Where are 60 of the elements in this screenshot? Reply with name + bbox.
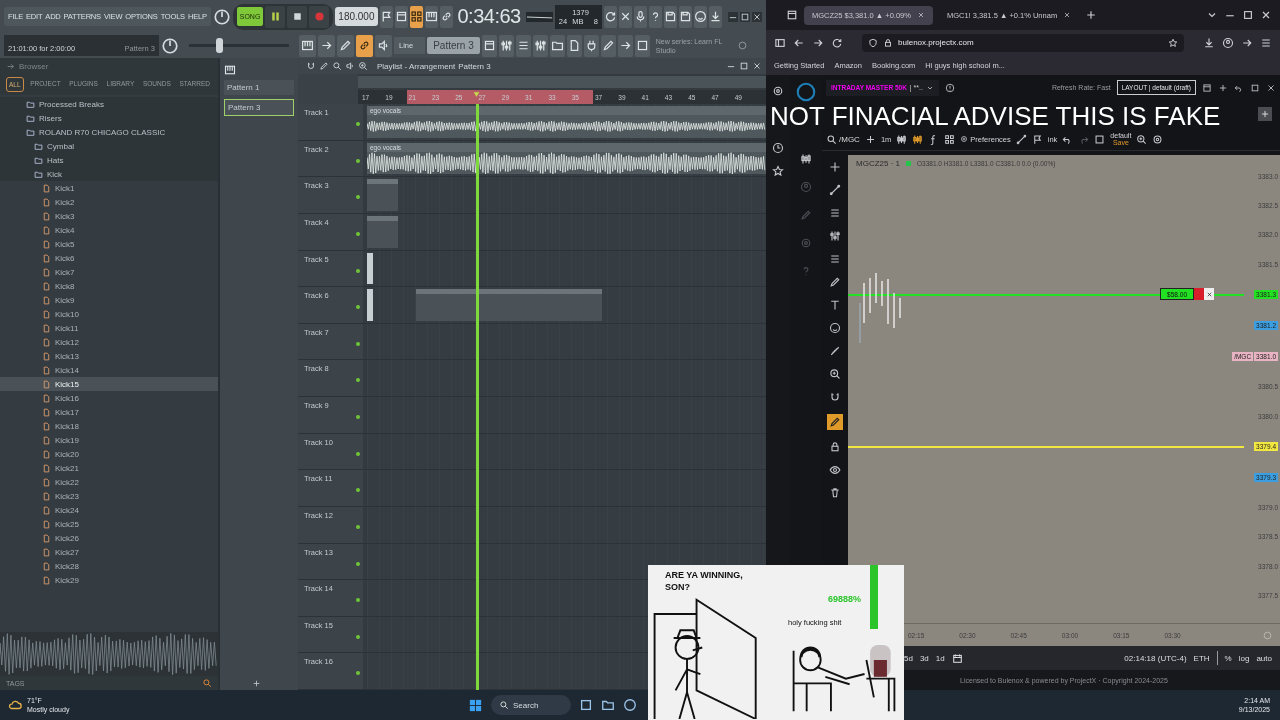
browser-item[interactable]: Kick2 (0, 195, 218, 209)
tempo-display[interactable]: 180.000 (335, 7, 378, 26)
session-button[interactable]: ETH (1193, 653, 1210, 663)
browser-item[interactable]: Kick25 (0, 517, 218, 531)
browser-item[interactable]: Kick9 (0, 293, 218, 307)
pattern-item[interactable]: Pattern 1 (224, 80, 294, 95)
browser-item[interactable]: Kick14 (0, 363, 218, 377)
browser-item[interactable]: Kick18 (0, 419, 218, 433)
browser-item[interactable]: ROLAND R70 CHICAGO CLASSIC (0, 125, 218, 139)
browser-item[interactable]: Kick22 (0, 475, 218, 489)
pattern-selector[interactable]: Pattern 3 (427, 37, 480, 54)
browser-item[interactable]: Kick13 (0, 349, 218, 363)
scale-option[interactable]: log (1238, 653, 1250, 663)
browser-item[interactable]: Kick17 (0, 405, 218, 419)
browser-item[interactable]: Kick24 (0, 503, 218, 517)
browser-item[interactable]: Kick27 (0, 545, 218, 559)
playlist-title: Playlist - Arrangement (377, 61, 456, 71)
browser-item[interactable]: Kick5 (0, 237, 218, 251)
browser-item[interactable]: Kick20 (0, 447, 218, 461)
taskbar-search-field[interactable]: Search (513, 700, 569, 710)
browser-item[interactable]: Kick15 (0, 377, 218, 391)
scale-option[interactable]: auto (1256, 653, 1272, 663)
browser-item[interactable]: Kick4 (0, 223, 218, 237)
browser-item[interactable]: Kick19 (0, 433, 218, 447)
browser-item[interactable]: Kick11 (0, 321, 218, 335)
browser-item[interactable]: Kick28 (0, 559, 218, 573)
browser-item[interactable]: Kick3 (0, 209, 218, 223)
range-button[interactable]: 3d (919, 653, 929, 663)
url-text: bulenox.projectx.com (898, 38, 974, 47)
browser-item[interactable]: Kick (0, 167, 218, 181)
browser-item[interactable]: Kick7 (0, 265, 218, 279)
browser-item[interactable]: Kick8 (0, 279, 218, 293)
meme-question-text: ARE YA WINNING, SON? (665, 569, 744, 593)
browser-item[interactable]: Processed Breaks (0, 97, 218, 111)
browser-item[interactable]: Kick12 (0, 335, 218, 349)
browser-item[interactable]: Kick10 (0, 307, 218, 321)
caption-text: NOT FINACIAL ADVISE THIS IS FAKE (770, 101, 1221, 132)
taskbar-search-box[interactable]: Search (491, 695, 571, 715)
pattern-item[interactable]: Pattern 3 (224, 99, 294, 116)
browser-item[interactable]: Hats (0, 153, 218, 167)
browser-item[interactable]: Cymbal (0, 139, 218, 153)
time-display: 0:34:63 (456, 5, 522, 28)
browser-item[interactable]: Kick23 (0, 489, 218, 503)
browser-item[interactable]: Kick1 (0, 181, 218, 195)
range-button[interactable]: 1d (935, 653, 945, 663)
symbol-search-field[interactable]: /MGC (826, 133, 860, 145)
breadcrumb-link[interactable]: Pattern 3 (458, 61, 491, 71)
scale-option[interactable]: % (1224, 653, 1232, 663)
range-button[interactable]: 5d (904, 653, 913, 663)
panel-title: Browser (19, 61, 49, 71)
address-field[interactable]: bulenox.projectx.com (862, 33, 1184, 52)
browser-item[interactable]: Kick21 (0, 461, 218, 475)
browser-item[interactable]: Kick6 (0, 251, 218, 265)
meme-percent-text: 69888% (828, 594, 862, 604)
browser-item[interactable]: Kick29 (0, 573, 218, 587)
browser-item[interactable]: Kick26 (0, 531, 218, 545)
browser-item[interactable]: Kick16 (0, 391, 218, 405)
browser-item[interactable]: Risers (0, 111, 218, 125)
chart-clock: 02:14:18 (UTC-4) (1124, 653, 1187, 663)
chart-symbol: MGCZ25 · 1 (856, 159, 900, 168)
